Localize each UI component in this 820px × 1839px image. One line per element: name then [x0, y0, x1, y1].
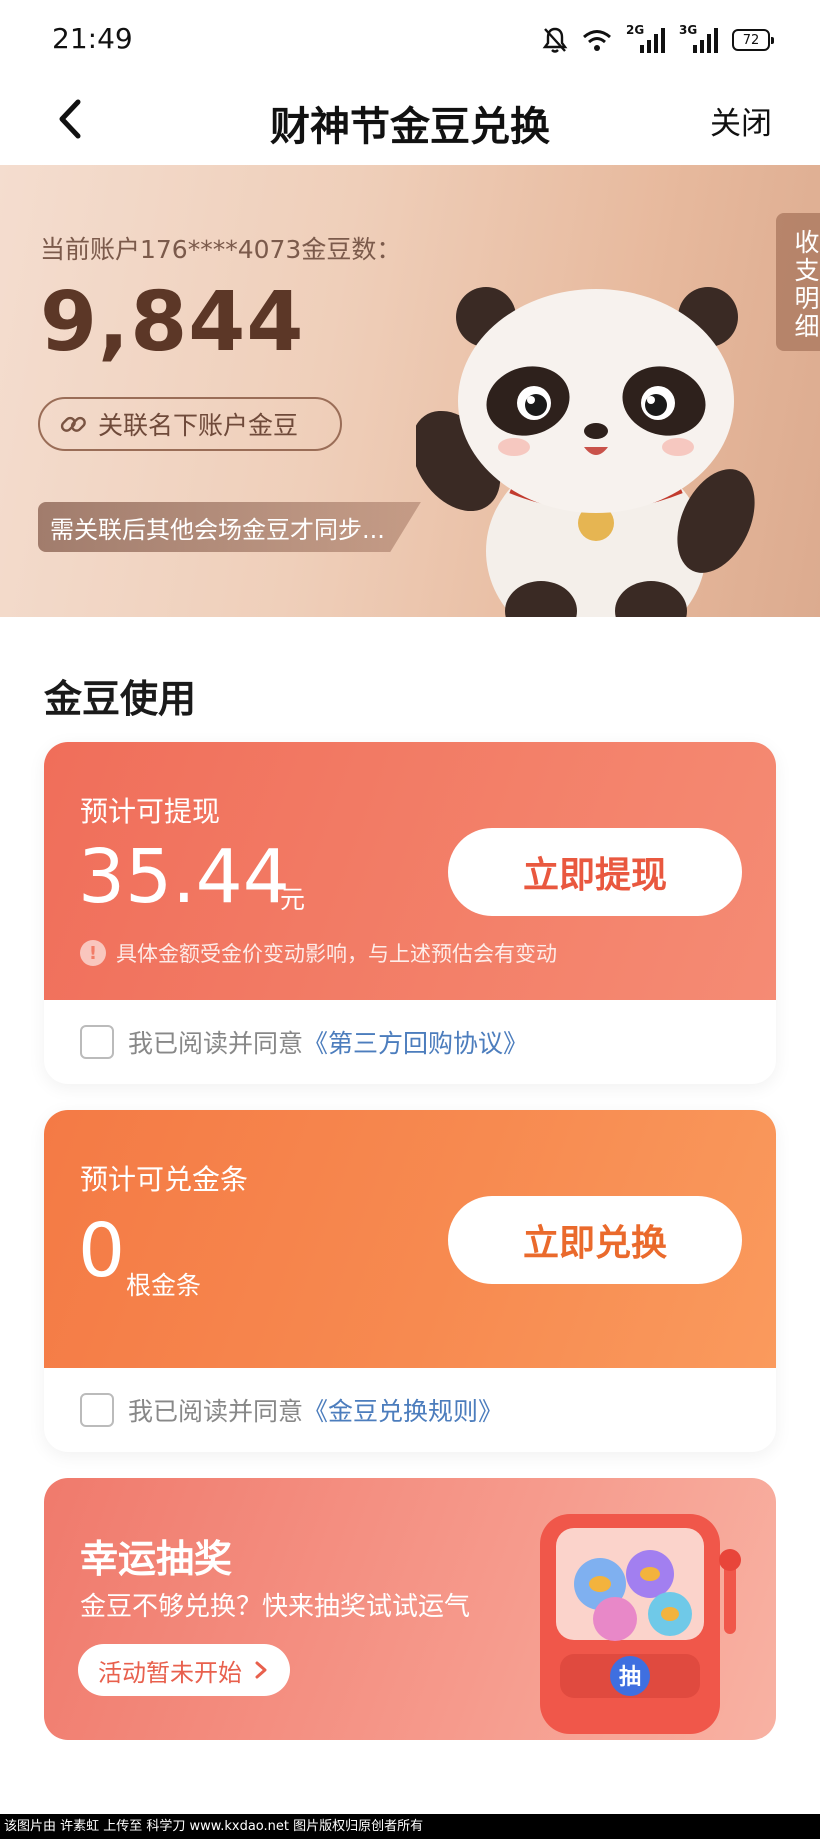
lucky-draw-button[interactable]: 活动暂未开始	[78, 1644, 290, 1696]
mute-bell-icon	[542, 27, 568, 53]
signal-3g-icon: 3G	[679, 23, 718, 53]
exchange-card: 预计可兑金条 0 根金条 立即兑换 我已阅读并同意《金豆兑换规则》	[44, 1110, 776, 1452]
agreement-prefix: 我已阅读并同意	[128, 1397, 304, 1426]
link-account-button[interactable]: 关联名下账户金豆	[38, 397, 342, 451]
watermark-footer: 该图片由 许素虹 上传至 科学刀 www.kxdao.net 图片版权归原创者所…	[0, 1814, 820, 1839]
lucky-draw-subtitle: 金豆不够兑换？快来抽奖试试运气	[80, 1592, 471, 1622]
agreement-checkbox[interactable]	[80, 1393, 114, 1427]
lucky-draw-button-label: 活动暂未开始	[98, 1658, 242, 1687]
bean-count: 9,844	[40, 275, 305, 370]
wifi-icon	[583, 30, 611, 51]
net-type-3g: 3G	[679, 23, 698, 37]
battery-icon: 72	[732, 29, 774, 51]
exclamation-icon: !	[80, 940, 106, 966]
agreement-row: 我已阅读并同意《金豆兑换规则》	[80, 1392, 503, 1428]
page-title: 财神节金豆兑换	[270, 104, 550, 150]
agreement-row: 我已阅读并同意《第三方回购协议》	[80, 1024, 528, 1060]
lucky-draw-title: 幸运抽奖	[80, 1537, 233, 1581]
close-button[interactable]: 关闭	[710, 98, 772, 143]
withdraw-amount: 35.44	[78, 834, 290, 920]
price-warning-text: 具体金额受金价变动影响，与上述预估会有变动	[116, 942, 557, 966]
agreement-text: 我已阅读并同意《第三方回购协议》	[128, 1024, 528, 1060]
machine-center-label: 抽	[619, 1665, 641, 1690]
lottery-machine-illustration: 抽	[540, 1514, 741, 1734]
status-time: 21:49	[52, 22, 133, 55]
exchange-label: 预计可兑金条	[80, 1163, 249, 1196]
hero-banner: 当前账户176****4073金豆数： 9,844 关联名下账户金豆 需关联后其…	[0, 165, 820, 617]
net-type-2g: 2G	[626, 23, 645, 37]
exchange-card-top: 预计可兑金条 0 根金条 立即兑换	[44, 1110, 776, 1368]
withdraw-button[interactable]: 立即提现	[448, 828, 742, 916]
withdraw-card: 预计可提现 35.44 元 立即提现 ! 具体金额受金价变动影响，与上述预估会有…	[44, 742, 776, 1084]
sync-note: 需关联后其他会场金豆才同步...	[38, 502, 421, 552]
withdraw-unit: 元	[280, 885, 306, 914]
agreement-checkbox[interactable]	[80, 1025, 114, 1059]
section-title: 金豆使用	[44, 677, 197, 721]
price-warning: ! 具体金额受金价变动影响，与上述预估会有变动	[80, 938, 557, 968]
link-icon	[60, 416, 86, 432]
agreement-prefix: 我已阅读并同意	[128, 1029, 304, 1058]
withdraw-card-top: 预计可提现 35.44 元 立即提现 ! 具体金额受金价变动影响，与上述预估会有…	[44, 742, 776, 1000]
signal-2g-icon: 2G	[626, 23, 665, 53]
panda-mascot-illustration	[416, 287, 755, 617]
agreement-text: 我已阅读并同意《金豆兑换规则》	[128, 1392, 503, 1428]
chevron-right-icon	[255, 1661, 267, 1679]
buyback-agreement-link[interactable]: 《第三方回购协议》	[303, 1029, 528, 1058]
nav-bar: 财神节金豆兑换 关闭	[0, 80, 820, 165]
exchange-rules-link[interactable]: 《金豆兑换规则》	[303, 1397, 503, 1426]
detail-tab[interactable]: 收支明细	[776, 213, 820, 351]
exchange-button[interactable]: 立即兑换	[448, 1196, 742, 1284]
exchange-unit: 根金条	[126, 1271, 202, 1300]
link-account-label: 关联名下账户金豆	[98, 411, 299, 440]
account-label: 当前账户176****4073金豆数：	[40, 235, 402, 264]
status-bar: 21:49 2G 3G 72	[0, 0, 820, 80]
exchange-amount: 0	[78, 1208, 126, 1294]
status-icons: 2G 3G 72	[542, 23, 774, 56]
withdraw-label: 预计可提现	[80, 795, 221, 828]
lucky-draw-card: 幸运抽奖 金豆不够兑换？快来抽奖试试运气 活动暂未开始 抽	[44, 1478, 776, 1740]
